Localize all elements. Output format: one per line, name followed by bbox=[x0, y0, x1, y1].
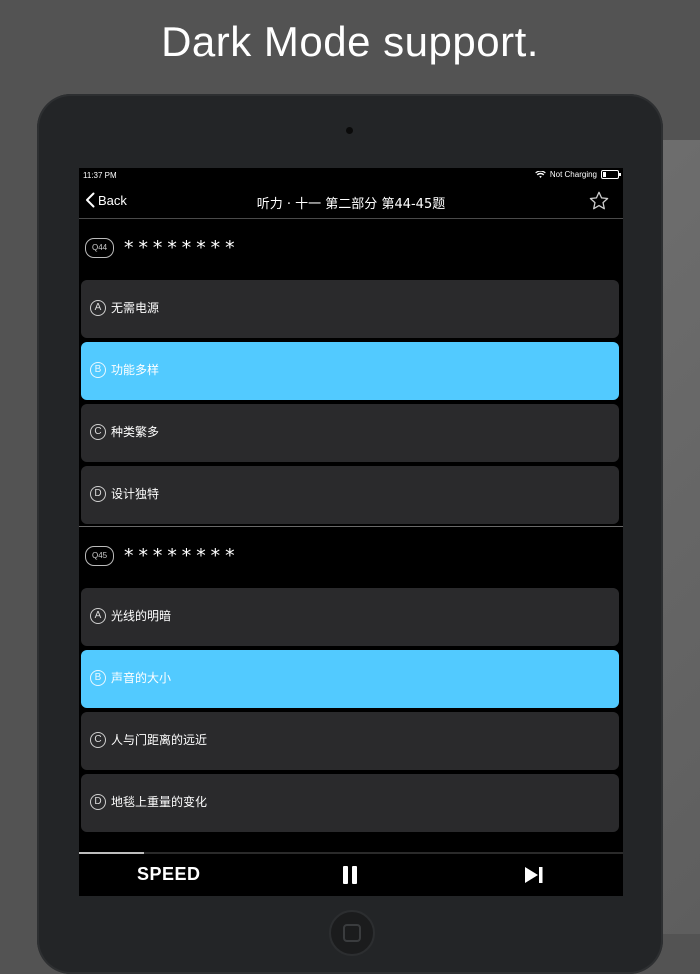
option-text: 地毯上重量的变化 bbox=[111, 795, 208, 809]
option-letter: B bbox=[90, 362, 106, 378]
star-outline-icon[interactable] bbox=[588, 190, 610, 212]
option-a[interactable]: A 无需电源 bbox=[81, 280, 619, 338]
option-letter: D bbox=[90, 794, 106, 810]
wifi-icon bbox=[535, 170, 546, 178]
status-indicators: Not Charging bbox=[535, 170, 621, 179]
question-header: Q44 ******** bbox=[79, 218, 623, 278]
option-c[interactable]: C 种类繁多 bbox=[81, 404, 619, 462]
option-text: 人与门距离的远近 bbox=[111, 733, 208, 747]
question-text: ******** bbox=[123, 237, 239, 259]
option-d[interactable]: D 设计独特 bbox=[81, 466, 619, 524]
option-text: 设计独特 bbox=[111, 487, 160, 501]
status-time: 11:37 PM bbox=[83, 171, 117, 180]
player-controls: SPEED bbox=[79, 854, 623, 896]
option-letter: C bbox=[90, 732, 106, 748]
question-number-badge: Q44 bbox=[85, 238, 115, 258]
skip-next-icon[interactable] bbox=[524, 866, 544, 884]
question-text: ******** bbox=[123, 545, 239, 567]
camera-dot bbox=[346, 127, 353, 134]
option-letter: C bbox=[90, 424, 106, 440]
option-d[interactable]: D 地毯上重量的变化 bbox=[81, 774, 619, 832]
charging-status: Not Charging bbox=[549, 170, 597, 179]
option-letter: A bbox=[90, 608, 106, 624]
option-text: 无需电源 bbox=[111, 301, 160, 315]
home-button-square bbox=[343, 924, 361, 942]
pause-icon[interactable] bbox=[342, 865, 358, 885]
option-text: 功能多样 bbox=[111, 363, 160, 377]
option-c[interactable]: C 人与门距离的远近 bbox=[81, 712, 619, 770]
option-text: 光线的明暗 bbox=[111, 609, 172, 623]
app-screen: 11:37 PM Not Charging Back 听力 · 十一 第二部分 … bbox=[79, 168, 623, 896]
option-text: 声音的大小 bbox=[111, 671, 172, 685]
question-number-badge: Q45 bbox=[85, 546, 115, 566]
battery-icon bbox=[601, 170, 621, 179]
option-b-selected[interactable]: B 功能多样 bbox=[81, 342, 619, 400]
option-letter: D bbox=[90, 486, 106, 502]
option-text: 种类繁多 bbox=[111, 425, 160, 439]
option-letter: B bbox=[90, 670, 106, 686]
option-b-selected[interactable]: B 声音的大小 bbox=[81, 650, 619, 708]
page-title: 听力 · 十一 第二部分 第44-45题 bbox=[256, 197, 446, 212]
status-bar: 11:37 PM Not Charging bbox=[79, 168, 623, 184]
option-a[interactable]: A 光线的明暗 bbox=[81, 588, 619, 646]
question-header: Q45 ******** bbox=[79, 526, 623, 586]
speed-button[interactable]: SPEED bbox=[137, 864, 201, 885]
navigation-bar: Back 听力 · 十一 第二部分 第44-45题 bbox=[79, 184, 623, 219]
option-letter: A bbox=[90, 300, 106, 316]
promo-headline: Dark Mode support. bbox=[161, 18, 539, 65]
